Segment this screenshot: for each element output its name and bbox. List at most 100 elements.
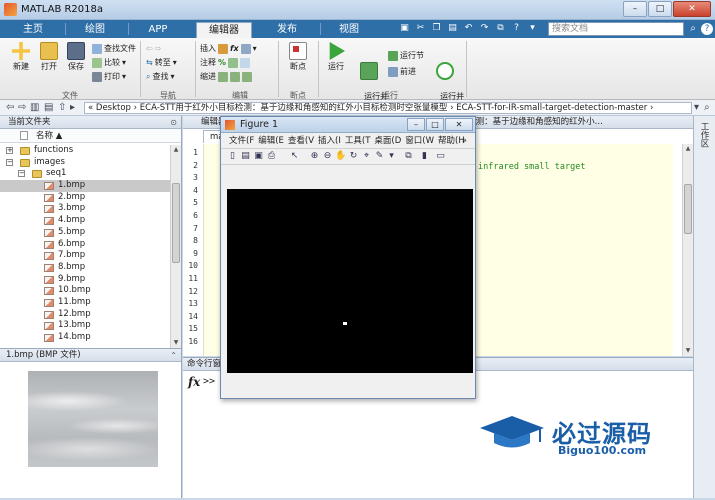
advance-button[interactable]: 前进 (388, 66, 416, 78)
collapse-icon[interactable]: − (18, 170, 25, 178)
tree-file-item[interactable]: 12.bmp (0, 309, 170, 321)
chevron-down-icon[interactable]: ▾ (386, 151, 397, 162)
tab-view[interactable]: 视图 (324, 22, 374, 38)
expand-icon[interactable]: + (6, 147, 13, 154)
figure-menu-item[interactable]: 插入(I (318, 133, 341, 148)
back-arrow-icon[interactable]: ⇦ (6, 102, 14, 114)
tree-file-item[interactable]: 13.bmp (0, 320, 170, 332)
figure-title-bar[interactable]: Figure 1 – □ ✕ (221, 117, 475, 133)
tree-file-item[interactable]: 8.bmp (0, 262, 170, 274)
tree-folder-item[interactable]: − seq1 (0, 168, 170, 180)
zoom-out-icon[interactable]: ⊖ (322, 151, 333, 162)
tab-home[interactable]: 主页 (8, 22, 58, 38)
scroll-down-icon[interactable]: ▼ (683, 346, 693, 356)
link-plot-icon[interactable]: ⧉ (403, 151, 414, 162)
switch-windows-icon[interactable]: ⧉ (494, 22, 507, 35)
tab-plots[interactable]: 绘图 (70, 22, 120, 38)
tree-file-item[interactable]: 5.bmp (0, 227, 170, 239)
tree-folder-item[interactable]: + functions (0, 145, 170, 157)
goto-button[interactable]: ⇆ 转至 ▾ (146, 57, 177, 69)
save-figure-icon[interactable]: ▣ (253, 151, 264, 162)
up-level-icon[interactable]: ⇧ (58, 102, 66, 114)
find-button[interactable]: ⌕ 查找 ▾ (146, 71, 175, 83)
folder-up-icon[interactable]: ▥ (30, 102, 39, 114)
open-button[interactable]: 打开 (36, 42, 62, 72)
zoom-in-icon[interactable]: ⊕ (309, 151, 320, 162)
paste-icon[interactable]: ▤ (446, 22, 459, 35)
pointer-icon[interactable]: ↖ (289, 151, 300, 162)
scroll-thumb[interactable] (172, 183, 180, 263)
insert-colorbar-icon[interactable]: ▮ (419, 151, 430, 162)
copy-icon[interactable]: ❐ (430, 22, 443, 35)
compare-button[interactable]: 比较 ▾ (92, 57, 126, 69)
maximize-button[interactable]: □ (648, 1, 672, 17)
search-icon[interactable]: ⌕ (704, 102, 710, 114)
tree-file-item[interactable]: 1.bmp (0, 180, 170, 192)
browse-folder-icon[interactable]: ▤ (44, 102, 53, 114)
indent-button[interactable]: 缩进 (200, 71, 252, 83)
new-button[interactable]: 新建 (8, 42, 34, 72)
figure-menu-item[interactable]: 窗口(W (405, 133, 434, 148)
current-path-field[interactable]: « Desktop › ECA-STT用于红外小目标检测：基于边缘和角感知的红外… (84, 102, 692, 114)
figure-menu-item[interactable]: 帮助(H (438, 133, 465, 148)
print-figure-icon[interactable]: ⎙ (266, 151, 277, 162)
tree-file-item[interactable]: 4.bmp (0, 215, 170, 227)
scroll-up-icon[interactable]: ▲ (171, 145, 181, 155)
search-docs-input[interactable]: 搜索文档 (548, 22, 684, 36)
figure-maximize-button[interactable]: □ (426, 118, 444, 131)
breakpoints-button[interactable]: 断点 (284, 42, 312, 72)
new-figure-icon[interactable]: ▯ (227, 151, 238, 162)
tree-file-item[interactable]: 3.bmp (0, 203, 170, 215)
run-section-button[interactable]: 运行节 (388, 50, 424, 62)
rotate-3d-icon[interactable]: ↻ (348, 151, 359, 162)
insert-button[interactable]: 插入 fx ▾ (200, 43, 257, 55)
tree-file-item[interactable]: 2.bmp (0, 192, 170, 204)
panel-menu-icon[interactable]: ⊙ (170, 116, 177, 129)
collapse-icon[interactable]: ⌃ (170, 349, 177, 362)
figure-menu-item[interactable]: 工具(T (345, 133, 371, 148)
scroll-down-icon[interactable]: ▼ (171, 338, 181, 348)
tree-file-item[interactable]: 9.bmp (0, 274, 170, 286)
tree-file-item[interactable]: 11.bmp (0, 297, 170, 309)
figure-minimize-button[interactable]: – (407, 118, 425, 131)
column-header-name[interactable]: 名称 ▲ (0, 129, 181, 143)
brush-icon[interactable]: ✎ (374, 151, 385, 162)
command-prompt[interactable]: >> (203, 376, 215, 387)
save-icon[interactable]: ▣ (398, 22, 411, 35)
menu-overflow-icon[interactable]: » (462, 133, 467, 148)
save-button[interactable]: 保存 (63, 42, 89, 72)
collapse-icon[interactable]: − (6, 158, 13, 166)
comment-button[interactable]: 注释 % (200, 57, 251, 69)
figure-close-button[interactable]: ✕ (445, 118, 473, 131)
tab-editor[interactable]: 编辑器 (196, 22, 252, 38)
figure-menu-item[interactable]: 文件(F (229, 133, 254, 148)
tree-file-item[interactable]: 6.bmp (0, 239, 170, 251)
tab-publish[interactable]: 发布 (262, 22, 312, 38)
figure-menu-item[interactable]: 编辑(E (258, 133, 284, 148)
chevron-down-icon[interactable]: ▾ (694, 102, 699, 114)
forward-arrow-icon[interactable]: ⇨ (18, 102, 26, 114)
open-file-icon[interactable]: ▤ (240, 151, 251, 162)
fx-icon[interactable]: fx (188, 375, 200, 389)
help-button[interactable]: ? (701, 23, 713, 35)
cut-icon[interactable]: ✂ (414, 22, 427, 35)
browse-icon[interactable]: ▸ (70, 102, 75, 114)
minimize-button[interactable]: – (623, 1, 647, 17)
data-cursor-icon[interactable]: ⌖ (361, 151, 372, 162)
figure-window[interactable]: Figure 1 – □ ✕ 文件(F 编辑(E 查看(V 插入(I 工具(T 桌面(D 窗… (220, 116, 476, 399)
help-icon[interactable]: ? (510, 22, 523, 35)
find-files-button[interactable]: 查找文件 (92, 43, 136, 55)
back-forward-buttons[interactable]: ⇦ ⇨ (146, 43, 161, 55)
figure-image-canvas[interactable] (227, 189, 473, 373)
run-button[interactable]: 运行 (322, 42, 350, 72)
tree-file-item[interactable]: 10.bmp (0, 285, 170, 297)
undo-icon[interactable]: ↶ (462, 22, 475, 35)
folder-scrollbar[interactable]: ▲ ▼ (170, 145, 181, 348)
tab-apps[interactable]: APP (133, 22, 183, 38)
search-icon[interactable]: ⌕ (686, 22, 700, 36)
redo-icon[interactable]: ↷ (478, 22, 491, 35)
pan-icon[interactable]: ✋ (335, 151, 346, 162)
tree-file-item[interactable]: 14.bmp (0, 332, 170, 344)
tree-file-item[interactable]: 7.bmp (0, 250, 170, 262)
figure-menu-item[interactable]: 桌面(D (374, 133, 401, 148)
